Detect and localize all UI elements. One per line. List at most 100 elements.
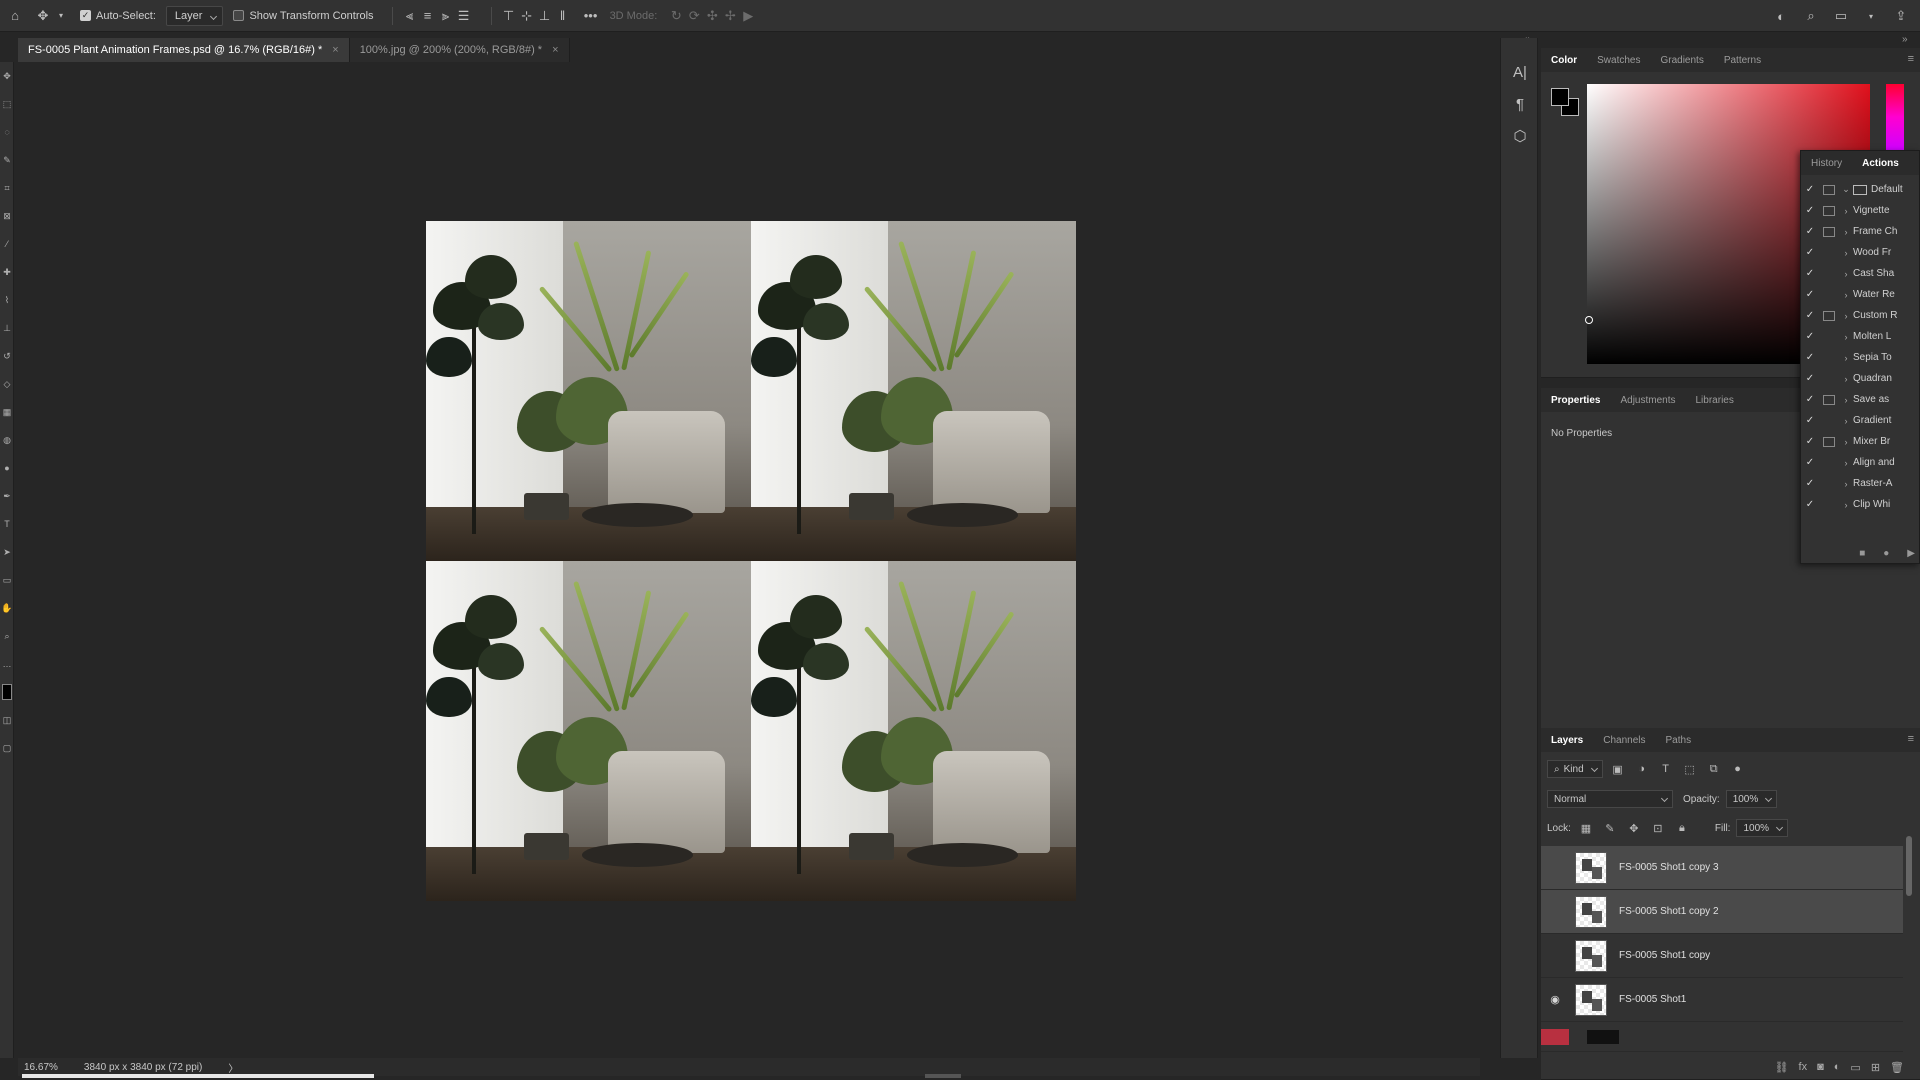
new-group-icon[interactable]: ▭ — [1850, 1061, 1860, 1074]
path-select-tool-icon[interactable]: ➤ — [0, 538, 14, 566]
check-icon[interactable]: ✓ — [1801, 478, 1819, 489]
tab-paths[interactable]: Paths — [1656, 728, 1702, 752]
dialog-toggle-icon[interactable] — [1823, 184, 1835, 195]
dodge-tool-icon[interactable]: ● — [0, 454, 14, 482]
delete-layer-icon[interactable]: 🗑︎ — [1890, 1061, 1904, 1074]
dialog-toggle-icon[interactable] — [1823, 458, 1835, 468]
auto-select-checkbox[interactable]: ✓ Auto-Select: — [80, 0, 156, 32]
check-icon[interactable]: ✓ — [1801, 205, 1819, 216]
action-item[interactable]: ✓ › Gradient — [1801, 410, 1919, 431]
brush-tool-icon[interactable]: ⌇ — [0, 286, 14, 314]
tab-color[interactable]: Color — [1541, 48, 1587, 72]
action-item[interactable]: ✓ › Quadran — [1801, 368, 1919, 389]
auto-select-target-dropdown[interactable]: Layer — [165, 5, 224, 26]
foreground-color-swatch[interactable] — [2, 684, 12, 700]
check-icon[interactable]: ✓ — [1801, 247, 1819, 258]
play-icon[interactable]: ▶ — [1907, 548, 1915, 559]
lasso-tool-icon[interactable]: ◌ — [0, 118, 14, 146]
check-icon[interactable]: ✓ — [1801, 457, 1819, 468]
zoom-tool-icon[interactable]: ⌕ — [0, 622, 14, 650]
character-panel-icon[interactable]: A| — [1501, 56, 1539, 88]
type-tool-icon[interactable]: T — [0, 510, 14, 538]
panel-menu-icon[interactable]: ≡ — [1908, 53, 1914, 65]
layer-row[interactable]: FS-0005 Shot1 copy 2 — [1541, 890, 1903, 934]
tab-actions[interactable]: Actions — [1852, 151, 1909, 175]
check-icon[interactable]: ✓ — [1801, 373, 1819, 384]
pan-3d-icon[interactable]: ✣ — [703, 7, 721, 25]
action-item[interactable]: ✓ › Vignette — [1801, 200, 1919, 221]
layer-row[interactable]: FS-0005 Shot1 copy 3 — [1541, 846, 1903, 890]
tab-patterns[interactable]: Patterns — [1714, 48, 1771, 72]
check-icon[interactable]: ✓ — [1801, 499, 1819, 510]
chevron-down-icon[interactable]: ▾ — [1862, 7, 1880, 25]
align-right-icon[interactable]: ⫸ — [437, 7, 455, 25]
dialog-toggle-icon[interactable] — [1823, 290, 1835, 300]
close-icon[interactable]: × — [332, 44, 338, 56]
distribute-vertical-icon[interactable]: ‖ — [554, 7, 572, 25]
stop-icon[interactable]: ■ — [1859, 548, 1865, 559]
move-tool-icon[interactable]: ✥ — [0, 62, 14, 90]
chevron-right-icon[interactable]: › — [1839, 311, 1853, 321]
hand-tool-icon[interactable]: ✋ — [0, 594, 14, 622]
tab-history[interactable]: History — [1801, 151, 1852, 175]
chevron-right-icon[interactable]: › — [1839, 353, 1853, 363]
document-canvas[interactable] — [426, 221, 1076, 901]
chevron-right-icon[interactable]: › — [1839, 227, 1853, 237]
chevron-right-icon[interactable]: › — [1839, 500, 1853, 510]
new-layer-icon[interactable]: ⊞ — [1871, 1061, 1880, 1074]
layer-row-partial[interactable] — [1541, 1022, 1903, 1052]
chevron-right-icon[interactable]: › — [1839, 479, 1853, 489]
check-icon[interactable]: ✓ — [1801, 394, 1819, 405]
check-icon[interactable]: ✓ — [1801, 289, 1819, 300]
canvas-area[interactable] — [18, 62, 1480, 1058]
document-tab[interactable]: 100%.jpg @ 200% (200%, RGB/8#) * × — [349, 38, 570, 62]
frame-tool-icon[interactable]: ⊠ — [0, 202, 14, 230]
chevron-right-icon[interactable]: › — [1839, 248, 1853, 258]
layers-scrollbar[interactable] — [1906, 836, 1912, 896]
workspace-icon[interactable]: ▭ — [1832, 7, 1850, 25]
lock-artboard-icon[interactable]: ⊡ — [1649, 819, 1667, 837]
chevron-down-icon[interactable]: ⌄ — [1839, 184, 1853, 195]
more-tools-icon[interactable]: … — [0, 650, 14, 678]
action-item[interactable]: ✓ › Raster-A — [1801, 473, 1919, 494]
dialog-toggle-icon[interactable] — [1823, 269, 1835, 279]
tab-adjustments[interactable]: Adjustments — [1610, 388, 1685, 412]
align-middle-v-icon[interactable]: ⊹ — [518, 7, 536, 25]
orbit-3d-icon[interactable]: ↻ — [667, 7, 685, 25]
dialog-toggle-icon[interactable] — [1823, 436, 1835, 447]
camera-3d-icon[interactable]: ▶ — [739, 7, 757, 25]
fill-input[interactable]: 100% — [1736, 819, 1789, 837]
roll-3d-icon[interactable]: ⟳ — [685, 7, 703, 25]
shape-tool-icon[interactable]: ▭ — [0, 566, 14, 594]
more-options-icon[interactable]: ••• — [582, 7, 600, 25]
filter-toggle-icon[interactable]: ● — [1729, 760, 1747, 778]
dialog-toggle-icon[interactable] — [1823, 394, 1835, 405]
quick-mask-icon[interactable]: ◫ — [0, 706, 14, 734]
stamp-tool-icon[interactable]: ⊥ — [0, 314, 14, 342]
filter-smart-object-icon[interactable]: ⧉ — [1705, 760, 1723, 778]
align-left-icon[interactable]: ⫷ — [401, 7, 419, 25]
lock-all-icon[interactable]: 🔒︎ — [1673, 819, 1691, 837]
show-transform-checkbox[interactable]: Show Transform Controls — [233, 0, 374, 32]
tab-swatches[interactable]: Swatches — [1587, 48, 1650, 72]
gradient-tool-icon[interactable]: ▦ — [0, 398, 14, 426]
filter-type-icon[interactable]: T — [1657, 760, 1675, 778]
share-icon[interactable]: ⇪ — [1892, 7, 1910, 25]
layer-name[interactable]: FS-0005 Shot1 copy 3 — [1619, 862, 1719, 873]
action-item[interactable]: ✓ › Save as — [1801, 389, 1919, 410]
link-layers-icon[interactable]: ⛓ — [1775, 1061, 1789, 1074]
dialog-toggle-icon[interactable] — [1823, 479, 1835, 489]
layer-row[interactable]: FS-0005 Shot1 copy — [1541, 934, 1903, 978]
check-icon[interactable]: ✓ — [1801, 352, 1819, 363]
tab-properties[interactable]: Properties — [1541, 388, 1610, 412]
check-icon[interactable]: ✓ — [1801, 184, 1819, 195]
close-icon[interactable]: × — [552, 44, 558, 56]
dialog-toggle-icon[interactable] — [1823, 226, 1835, 237]
panel-menu-icon[interactable]: ≡ — [1908, 733, 1914, 745]
healing-tool-icon[interactable]: ✚ — [0, 258, 14, 286]
crop-tool-icon[interactable]: ⌗ — [0, 174, 14, 202]
record-icon[interactable]: ● — [1883, 548, 1889, 559]
check-icon[interactable]: ✓ — [1801, 331, 1819, 342]
search-icon[interactable]: ⌕ — [1802, 7, 1820, 25]
share-account-icon[interactable]: ◐ — [1772, 7, 1790, 25]
